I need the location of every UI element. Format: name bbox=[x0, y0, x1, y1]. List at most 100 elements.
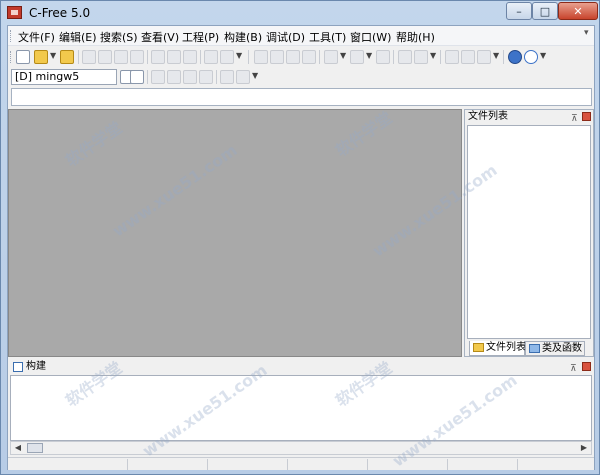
panel-title: 文件列表 bbox=[468, 111, 508, 122]
build-panel-title: 构建 bbox=[26, 361, 46, 372]
breakpoint-icon[interactable] bbox=[236, 70, 250, 84]
find-icon[interactable] bbox=[254, 50, 268, 64]
folder-icon bbox=[473, 343, 484, 352]
redo-icon[interactable] bbox=[220, 50, 234, 64]
tab-label: 类及函数 bbox=[542, 343, 582, 354]
toolbar-separator bbox=[147, 70, 148, 84]
menu-overflow-icon[interactable]: ▾ bbox=[584, 28, 589, 38]
stop-icon[interactable] bbox=[167, 70, 181, 84]
nav-forward-icon[interactable] bbox=[414, 50, 428, 64]
menu-bar: 文件(F) 编辑(E) 搜索(S) 查看(V) 工程(P) 构建(B) 调试(D… bbox=[8, 26, 594, 46]
tab-classes-functions[interactable]: 类及函数 bbox=[525, 341, 585, 356]
toolbar-separator bbox=[319, 50, 320, 64]
goto-dropdown-icon[interactable]: ▼ bbox=[366, 51, 372, 60]
tab-label: 文件列表 bbox=[486, 342, 526, 353]
save-icon[interactable] bbox=[98, 50, 112, 64]
toolbar-separator bbox=[147, 50, 148, 64]
minimize-button[interactable]: – bbox=[506, 2, 532, 20]
app-icon[interactable] bbox=[7, 6, 22, 19]
build-icon bbox=[13, 362, 23, 372]
bookmark-dropdown-icon[interactable]: ▼ bbox=[340, 51, 346, 60]
menu-tools[interactable]: 工具(T) bbox=[307, 29, 348, 45]
cut-icon[interactable] bbox=[151, 50, 165, 64]
format-dropdown-icon[interactable]: ▼ bbox=[493, 51, 499, 60]
status-bar bbox=[8, 457, 594, 470]
save-all-icon[interactable] bbox=[114, 50, 128, 64]
debug-dropdown-icon[interactable]: ▼ bbox=[252, 71, 258, 80]
menu-grip[interactable] bbox=[10, 30, 13, 42]
window-title: C-Free 5.0 bbox=[29, 6, 91, 20]
open-dropdown-icon[interactable]: ▼ bbox=[50, 51, 56, 60]
nav-dropdown-icon[interactable]: ▼ bbox=[430, 51, 436, 60]
menu-debug[interactable]: 调试(D) bbox=[264, 29, 307, 45]
paste-icon[interactable] bbox=[183, 50, 197, 64]
copy-icon[interactable] bbox=[167, 50, 181, 64]
maximize-button[interactable]: □ bbox=[532, 2, 558, 20]
find-prev-icon[interactable] bbox=[286, 50, 300, 64]
build-all-icon[interactable] bbox=[183, 70, 197, 84]
menu-search[interactable]: 搜索(S) bbox=[98, 29, 140, 45]
menu-project[interactable]: 工程(P) bbox=[180, 29, 221, 45]
help-dropdown-icon[interactable]: ▼ bbox=[540, 51, 546, 60]
toolbar-separator bbox=[440, 50, 441, 64]
open-project-icon[interactable] bbox=[60, 50, 74, 64]
toolbar-separator bbox=[78, 50, 79, 64]
close-button[interactable]: ✕ bbox=[558, 2, 598, 20]
horizontal-scrollbar[interactable]: ◀ ▶ bbox=[10, 441, 592, 455]
build-output[interactable] bbox=[10, 375, 592, 441]
outdent-icon[interactable] bbox=[461, 50, 475, 64]
format-icon[interactable] bbox=[477, 50, 491, 64]
rebuild-icon[interactable] bbox=[199, 70, 213, 84]
standard-toolbar: ▼ ▼ ▼ ▼ ▼ ▼ ▼ bbox=[8, 47, 594, 67]
panel-close-icon[interactable] bbox=[582, 112, 591, 121]
new-file-icon[interactable] bbox=[16, 50, 30, 64]
info-icon[interactable] bbox=[524, 50, 538, 64]
title-bar[interactable]: C-Free 5.0 – □ ✕ bbox=[1, 1, 599, 25]
help-icon[interactable] bbox=[508, 50, 522, 64]
path-bar[interactable] bbox=[11, 88, 592, 106]
pin-icon[interactable]: ⊼ bbox=[571, 112, 578, 126]
close-file-icon[interactable] bbox=[82, 50, 96, 64]
comment-icon[interactable] bbox=[376, 50, 390, 64]
toolbar-grip[interactable] bbox=[10, 51, 13, 63]
tab-file-list[interactable]: 文件列表 bbox=[469, 341, 526, 356]
build-panel: 构建 ⊼ ◀ ▶ bbox=[8, 360, 594, 456]
panel-close-icon[interactable] bbox=[582, 362, 591, 371]
bookmark-icon[interactable] bbox=[324, 50, 338, 64]
file-list-panel: 文件列表 ⊼ 文件列表 类及函数 bbox=[464, 109, 594, 357]
status-segment bbox=[128, 459, 208, 470]
undo-icon[interactable] bbox=[204, 50, 218, 64]
redo-dropdown-icon[interactable]: ▼ bbox=[236, 51, 242, 60]
editor-area[interactable] bbox=[8, 109, 462, 357]
menu-window[interactable]: 窗口(W) bbox=[348, 29, 393, 45]
menu-view[interactable]: 查看(V) bbox=[139, 29, 181, 45]
status-segment bbox=[8, 459, 128, 470]
menu-edit[interactable]: 编辑(E) bbox=[57, 29, 99, 45]
run-icon[interactable] bbox=[151, 70, 165, 84]
status-segment bbox=[368, 459, 448, 470]
classes-icon bbox=[529, 344, 540, 353]
scroll-thumb[interactable] bbox=[27, 443, 43, 453]
nav-back-icon[interactable] bbox=[398, 50, 412, 64]
scroll-right-icon[interactable]: ▶ bbox=[577, 442, 591, 454]
scroll-left-icon[interactable]: ◀ bbox=[11, 442, 25, 454]
menu-help[interactable]: 帮助(H) bbox=[394, 29, 437, 45]
menu-build[interactable]: 构建(B) bbox=[222, 29, 264, 45]
file-list-body[interactable] bbox=[467, 125, 591, 339]
client-area: 文件(F) 编辑(E) 搜索(S) 查看(V) 工程(P) 构建(B) 调试(D… bbox=[7, 25, 595, 470]
build-panel-header: 构建 ⊼ bbox=[8, 360, 594, 374]
compiler-select[interactable]: [D] mingw5 bbox=[11, 69, 117, 85]
print-icon[interactable] bbox=[130, 50, 144, 64]
open-folder-icon[interactable] bbox=[34, 50, 48, 64]
toolbar-separator bbox=[248, 50, 249, 64]
menu-file[interactable]: 文件(F) bbox=[16, 29, 57, 45]
replace-icon[interactable] bbox=[302, 50, 316, 64]
panel-header: 文件列表 ⊼ bbox=[465, 110, 593, 124]
goto-icon[interactable] bbox=[350, 50, 364, 64]
debug-icon[interactable] bbox=[220, 70, 234, 84]
pin-icon[interactable]: ⊼ bbox=[570, 362, 577, 376]
indent-icon[interactable] bbox=[445, 50, 459, 64]
compile-icon[interactable] bbox=[130, 70, 144, 84]
toolbar-separator bbox=[503, 50, 504, 64]
find-next-icon[interactable] bbox=[270, 50, 284, 64]
